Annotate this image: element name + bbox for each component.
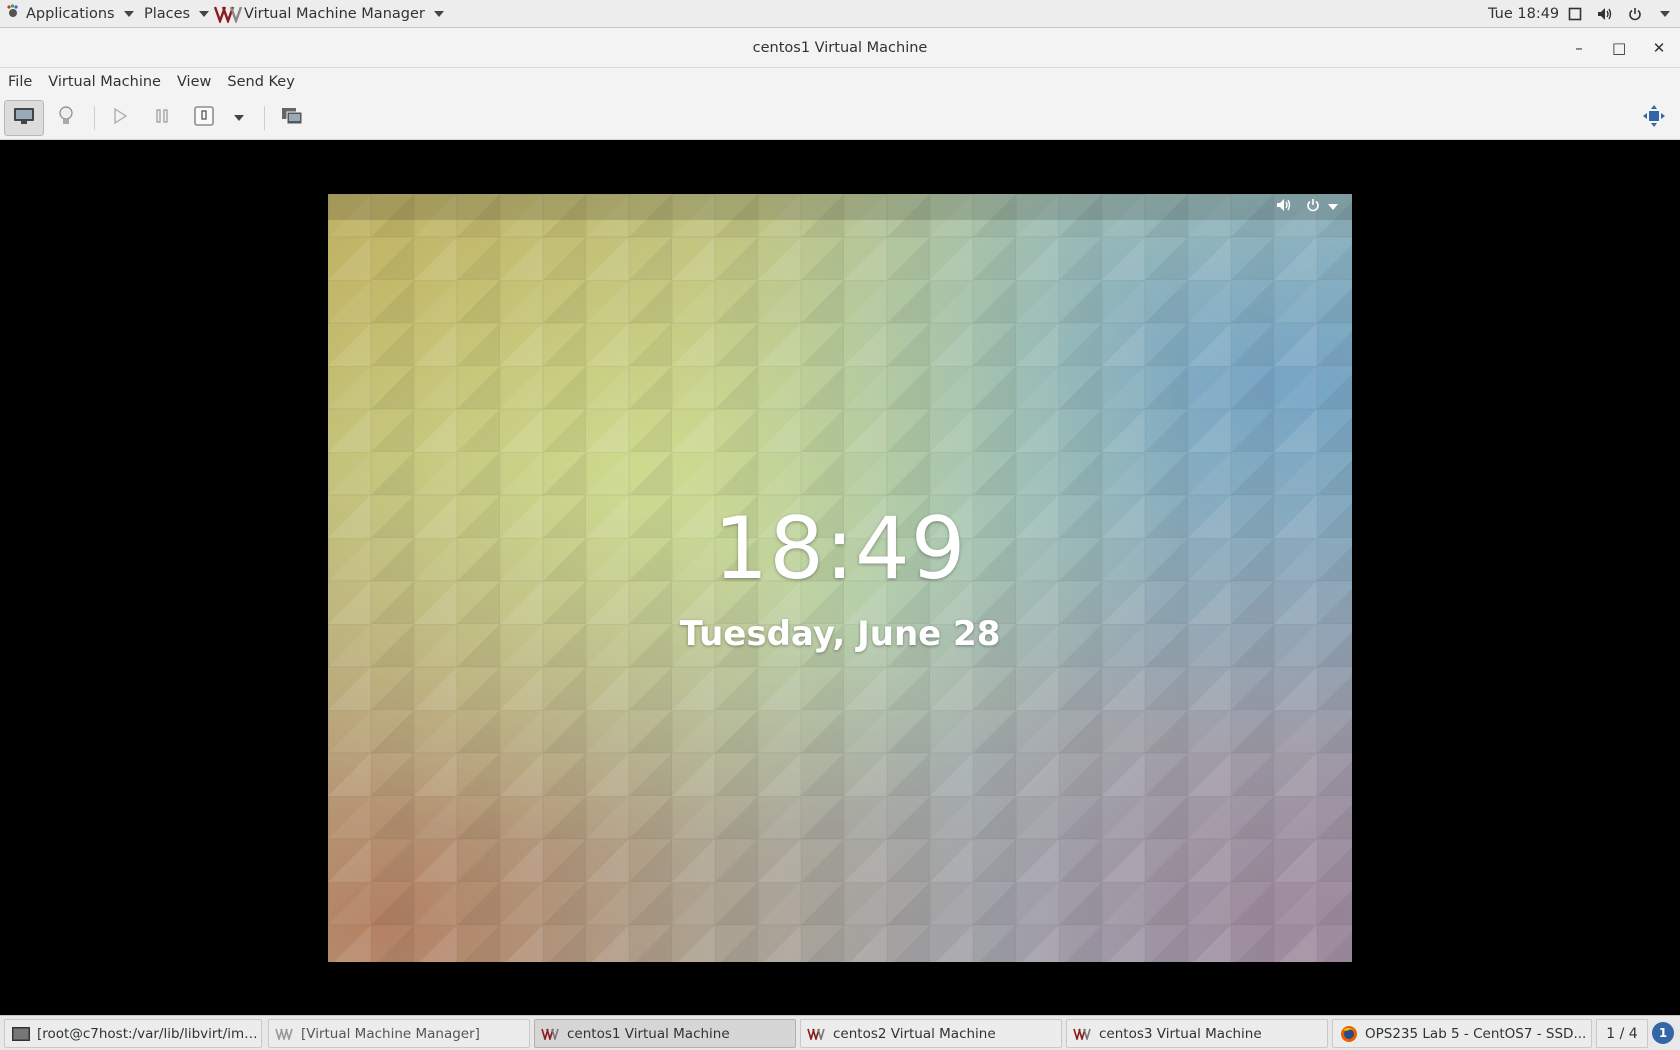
chevron-down-icon — [199, 11, 210, 17]
places-label: Places — [144, 6, 191, 22]
clock-label: Tue 18:49 — [1488, 6, 1560, 22]
applications-menu[interactable]: Applications — [6, 0, 134, 28]
power-icon[interactable] — [1627, 6, 1643, 22]
maximize-button[interactable]: □ — [1612, 39, 1626, 57]
fullscreen-button[interactable] — [1634, 100, 1674, 136]
lock-screen-date: Tuesday, June 28 — [679, 614, 1001, 654]
notification-count-badge[interactable]: 1 — [1652, 1022, 1674, 1044]
menu-virtual-machine[interactable]: Virtual Machine — [40, 68, 169, 96]
monitor-icon — [13, 107, 35, 129]
menu-file[interactable]: File — [0, 68, 40, 96]
toolbar-separator — [264, 106, 265, 130]
gnome-foot-icon — [6, 0, 20, 28]
screen-icon[interactable] — [1567, 6, 1583, 22]
chevron-down-icon — [123, 11, 134, 17]
run-button[interactable] — [100, 100, 140, 136]
clock[interactable]: Tue 18:49 — [1488, 0, 1559, 28]
taskbar-item-terminal[interactable]: [root@c7host:/var/lib/libvirt/imag... — [4, 1019, 262, 1048]
snapshots-button[interactable] — [272, 100, 312, 136]
bottom-taskbar: [root@c7host:/var/lib/libvirt/imag... [V… — [0, 1015, 1680, 1050]
chevron-down-icon[interactable] — [1328, 204, 1338, 210]
window-titlebar[interactable]: centos1 Virtual Machine – □ ✕ — [0, 28, 1680, 68]
applications-label: Applications — [26, 6, 115, 22]
app-menu-label: Virtual Machine Manager — [244, 6, 425, 22]
taskbar-item-label: OPS235 Lab 5 - CentOS7 - SSD... — [1365, 1025, 1587, 1042]
workspace-switcher[interactable]: 1 / 4 — [1596, 1019, 1648, 1048]
window-title: centos1 Virtual Machine — [752, 40, 928, 56]
places-menu[interactable]: Places — [144, 0, 210, 28]
taskbar-item-label: centos3 Virtual Machine — [1099, 1025, 1262, 1042]
taskbar-item-vmm[interactable]: [Virtual Machine Manager] — [268, 1019, 530, 1048]
snapshot-icon — [281, 107, 303, 129]
vmm-icon — [1073, 1027, 1093, 1041]
pause-button[interactable] — [142, 100, 182, 136]
taskbar-item-label: [root@c7host:/var/lib/libvirt/imag... — [37, 1025, 261, 1042]
taskbar-item-label: centos1 Virtual Machine — [567, 1025, 730, 1042]
app-menu[interactable]: Virtual Machine Manager — [213, 0, 444, 28]
guest-lock-screen[interactable]: 18:49 Tuesday, June 28 — [328, 194, 1352, 962]
vmm-icon — [807, 1027, 827, 1041]
taskbar-item-centos3[interactable]: centos3 Virtual Machine — [1066, 1019, 1328, 1048]
chevron-down-icon — [233, 115, 244, 121]
menu-view[interactable]: View — [169, 68, 219, 96]
shutdown-menu-button[interactable] — [222, 100, 252, 136]
fullscreen-icon — [1643, 105, 1665, 131]
terminal-icon — [11, 1026, 31, 1041]
volume-icon[interactable] — [1597, 6, 1613, 22]
close-button[interactable]: ✕ — [1652, 39, 1666, 57]
power-icon[interactable] — [1306, 198, 1320, 216]
chevron-down-icon — [433, 11, 444, 17]
firefox-icon — [1339, 1025, 1359, 1042]
top-panel: Applications Places Virtual Machine Mana… — [0, 0, 1680, 28]
shutdown-icon — [194, 106, 214, 130]
menu-send-key[interactable]: Send Key — [219, 68, 302, 96]
guest-top-bar — [328, 194, 1352, 220]
vmm-logo-icon — [213, 5, 260, 25]
console-button[interactable] — [4, 100, 44, 136]
shutdown-button[interactable] — [184, 100, 224, 136]
pause-icon — [155, 108, 169, 128]
menu-bar: File Virtual Machine View Send Key — [0, 68, 1680, 96]
toolbar — [0, 96, 1680, 140]
chevron-down-icon[interactable] — [1660, 11, 1670, 17]
lock-screen-time: 18:49 — [713, 499, 967, 599]
vm-console[interactable]: 18:49 Tuesday, June 28 — [0, 141, 1680, 1015]
taskbar-item-label: centos2 Virtual Machine — [833, 1025, 996, 1042]
toolbar-separator — [94, 106, 95, 130]
taskbar-item-label: [Virtual Machine Manager] — [301, 1025, 480, 1042]
lightbulb-icon — [58, 105, 74, 131]
minimize-button[interactable]: – — [1572, 39, 1586, 57]
vmm-icon — [275, 1027, 295, 1041]
volume-icon[interactable] — [1276, 198, 1292, 216]
taskbar-item-centos2[interactable]: centos2 Virtual Machine — [800, 1019, 1062, 1048]
taskbar-item-firefox[interactable]: OPS235 Lab 5 - CentOS7 - SSD... — [1332, 1019, 1592, 1048]
play-icon — [113, 107, 128, 128]
details-button[interactable] — [46, 100, 86, 136]
vmm-icon — [541, 1027, 561, 1041]
taskbar-item-centos1[interactable]: centos1 Virtual Machine — [534, 1019, 796, 1048]
